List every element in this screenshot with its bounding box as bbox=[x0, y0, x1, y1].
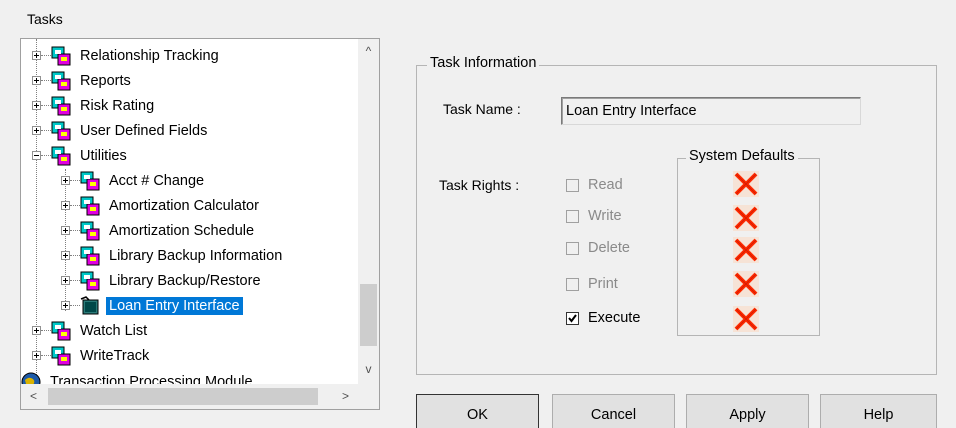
expand-icon[interactable] bbox=[61, 201, 70, 210]
tree-item[interactable]: Acct # Change bbox=[61, 168, 207, 193]
execute-label: Execute bbox=[588, 310, 641, 326]
scrollbar-corner bbox=[358, 384, 379, 409]
interface-icon bbox=[80, 295, 100, 316]
task-folder-icon bbox=[51, 121, 71, 141]
task-rights-label: Task Rights : bbox=[439, 177, 520, 193]
tree-item[interactable]: Utilities bbox=[32, 143, 130, 168]
execute-checkbox-row[interactable]: Execute bbox=[566, 310, 640, 326]
tree-item-label: Acct # Change bbox=[109, 172, 205, 189]
tree-item[interactable]: WriteTrack bbox=[32, 343, 152, 368]
cancel-button[interactable]: Cancel bbox=[552, 394, 675, 428]
tree-item-label: User Defined Fields bbox=[80, 122, 208, 139]
tree-item[interactable]: Relationship Tracking bbox=[32, 43, 222, 68]
tree-item[interactable]: Watch List bbox=[32, 318, 150, 343]
tasks-label: Tasks bbox=[27, 11, 63, 27]
task-name-field: Loan Entry Interface bbox=[561, 97, 861, 125]
task-folder-icon bbox=[80, 246, 100, 266]
execute-default-x-icon bbox=[732, 305, 760, 333]
expand-icon[interactable] bbox=[32, 76, 41, 85]
task-name-label: Task Name : bbox=[443, 101, 521, 117]
tree-item-label: Watch List bbox=[80, 322, 148, 339]
execute-checkbox[interactable] bbox=[566, 311, 579, 325]
task-folder-icon bbox=[51, 96, 71, 116]
task-folder-icon bbox=[51, 46, 71, 66]
vertical-scroll-thumb[interactable] bbox=[360, 284, 377, 346]
apply-button[interactable]: Apply bbox=[686, 394, 809, 428]
tree-item[interactable]: Library Backup Information bbox=[61, 243, 285, 268]
expand-icon[interactable] bbox=[32, 126, 41, 135]
scroll-right-icon[interactable]: > bbox=[335, 388, 356, 405]
scroll-down-icon[interactable]: v bbox=[358, 361, 379, 378]
tree-item[interactable]: User Defined Fields bbox=[32, 118, 210, 143]
expand-icon[interactable] bbox=[61, 226, 70, 235]
tree-item-label: Loan Entry Interface bbox=[105, 295, 244, 316]
read-label: Read bbox=[588, 177, 623, 193]
task-folder-icon bbox=[80, 171, 100, 191]
expand-icon[interactable] bbox=[61, 176, 70, 185]
read-checkbox-row[interactable]: Read bbox=[566, 177, 623, 193]
delete-label: Delete bbox=[588, 240, 630, 256]
expand-icon[interactable] bbox=[61, 276, 70, 285]
tree-item[interactable]: Amortization Schedule bbox=[61, 218, 257, 243]
tree-item[interactable]: Transaction Processing Module bbox=[21, 369, 256, 384]
expand-icon[interactable] bbox=[32, 101, 41, 110]
tree-item-label: Utilities bbox=[80, 147, 127, 164]
tree-item-label: Relationship Tracking bbox=[80, 47, 219, 64]
print-label: Print bbox=[588, 276, 618, 292]
vertical-scrollbar[interactable]: ^ v bbox=[358, 39, 379, 384]
task-folder-icon bbox=[51, 321, 71, 341]
tree-item-label: Amortization Schedule bbox=[109, 222, 255, 239]
ok-button[interactable]: OK bbox=[416, 394, 539, 428]
tree-item-label: WriteTrack bbox=[80, 347, 150, 364]
write-label: Write bbox=[588, 208, 622, 224]
help-button[interactable]: Help bbox=[820, 394, 937, 428]
print-checkbox-row[interactable]: Print bbox=[566, 276, 618, 292]
task-folder-icon bbox=[51, 346, 71, 366]
tree-item-label: Risk Rating bbox=[80, 97, 155, 114]
scroll-up-icon[interactable]: ^ bbox=[358, 43, 379, 60]
scroll-left-icon[interactable]: < bbox=[23, 388, 44, 405]
delete-checkbox-row[interactable]: Delete bbox=[566, 240, 630, 256]
tree-item-selected[interactable]: Loan Entry Interface bbox=[61, 293, 244, 318]
expand-icon[interactable] bbox=[32, 51, 41, 60]
task-information-title: Task Information bbox=[427, 55, 540, 71]
task-folder-icon bbox=[80, 221, 100, 241]
expand-icon[interactable] bbox=[61, 301, 70, 310]
horizontal-scrollbar[interactable]: < > bbox=[21, 384, 358, 409]
delete-default-x-icon bbox=[732, 236, 760, 264]
write-checkbox[interactable] bbox=[566, 209, 579, 223]
tree-item[interactable]: Risk Rating bbox=[32, 93, 157, 118]
tree-item-label: Transaction Processing Module bbox=[50, 373, 253, 385]
task-folder-icon bbox=[80, 196, 100, 216]
tree-item[interactable]: Reports bbox=[32, 68, 134, 93]
tree-item[interactable]: Library Backup/Restore bbox=[61, 268, 264, 293]
tree-item-label: Library Backup Information bbox=[109, 247, 283, 264]
tree-item-label: Library Backup/Restore bbox=[109, 272, 261, 289]
write-default-x-icon bbox=[732, 204, 760, 232]
expand-icon[interactable] bbox=[32, 351, 41, 360]
globe-icon bbox=[21, 372, 41, 384]
tree-item-label: Amortization Calculator bbox=[109, 197, 259, 214]
collapse-icon[interactable] bbox=[32, 151, 41, 160]
expand-icon[interactable] bbox=[61, 251, 70, 260]
read-checkbox[interactable] bbox=[566, 178, 579, 192]
system-defaults-title: System Defaults bbox=[686, 148, 798, 164]
tree-content: Relationship Tracking Reports Risk Ratin… bbox=[21, 39, 358, 384]
read-default-x-icon bbox=[732, 170, 760, 198]
horizontal-scroll-thumb[interactable] bbox=[48, 388, 318, 405]
task-folder-icon bbox=[51, 146, 71, 166]
tree-item[interactable]: Amortization Calculator bbox=[61, 193, 262, 218]
tasks-tree[interactable]: Relationship Tracking Reports Risk Ratin… bbox=[20, 38, 380, 410]
delete-checkbox[interactable] bbox=[566, 241, 579, 255]
expand-icon[interactable] bbox=[32, 326, 41, 335]
tree-item-label: Reports bbox=[80, 72, 131, 89]
print-default-x-icon bbox=[732, 270, 760, 298]
task-folder-icon bbox=[80, 271, 100, 291]
task-folder-icon bbox=[51, 71, 71, 91]
write-checkbox-row[interactable]: Write bbox=[566, 208, 622, 224]
print-checkbox[interactable] bbox=[566, 277, 579, 291]
